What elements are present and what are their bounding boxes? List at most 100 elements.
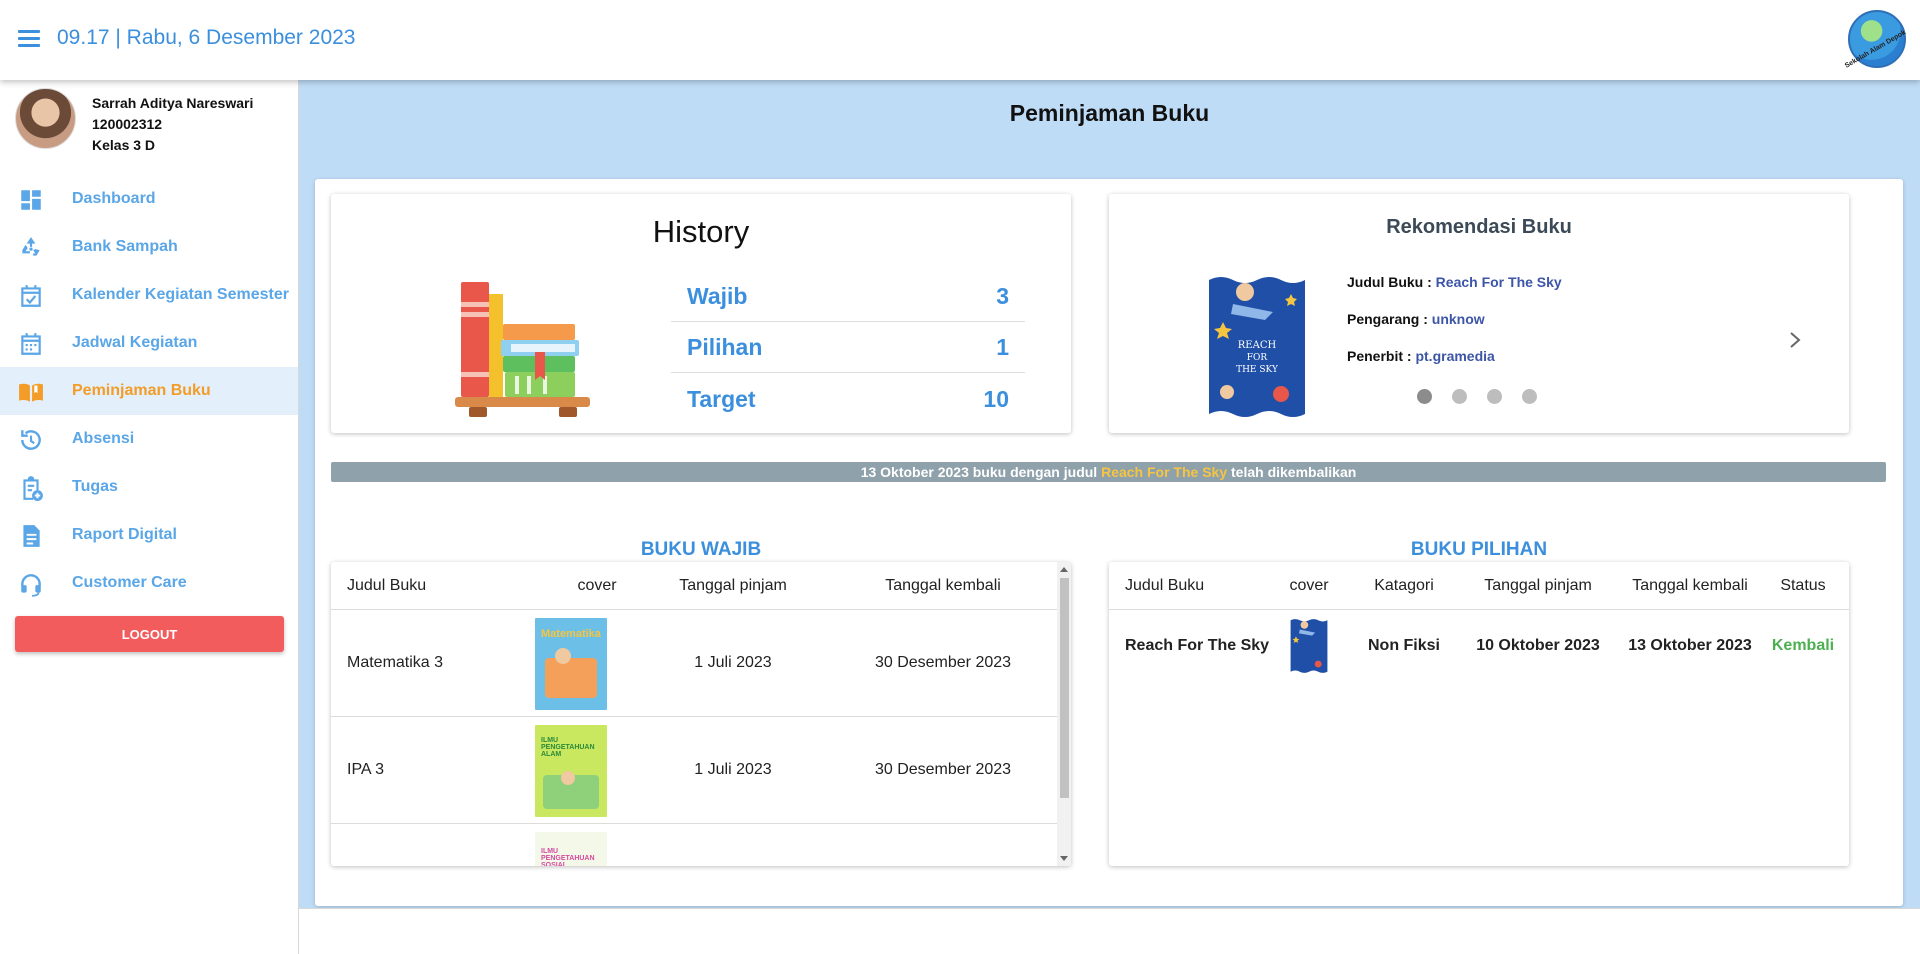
footer-area [299,908,1920,954]
header-katagori: Katagori [1374,577,1434,594]
table-header: Judul Buku cover Tanggal pinjam Tanggal … [331,562,1071,610]
sidebar-item-label: Peminjaman Buku [72,382,211,399]
penerbit-label: Penerbit : [1347,348,1412,364]
cell-tanggal-pinjam: 10 Oktober 2023 [1476,637,1600,654]
sidebar-item-tugas[interactable]: Tugas [0,463,298,511]
rekomendasi-card: Rekomendasi Buku REACH FOR THE SKY Judul… [1109,194,1849,433]
svg-text:FOR: FOR [1247,353,1268,363]
history-row-pilihan: Pilihan 1 [671,323,1025,373]
sidebar: Sarrah Aditya Nareswari 120002312 Kelas … [0,80,299,954]
table-header: Judul Buku cover Katagori Tanggal pinjam… [1109,562,1849,610]
cover-title: Matematika [541,628,601,640]
sidebar-item-bank-sampah[interactable]: Bank Sampah [0,223,298,271]
main-content: Peminjaman Buku History Wajib 3 Pilihan … [299,80,1920,954]
carousel-dot[interactable] [1522,389,1537,404]
avatar [15,88,76,149]
document-icon [23,525,40,547]
bookshelf-icon [455,282,590,417]
top-bar: 09.17 | Rabu, 6 Desember 2023 Sekolah Al… [0,0,1920,80]
user-class: Kelas 3 D [92,137,156,153]
carousel-dot[interactable] [1452,389,1467,404]
buku-wajib-table: Judul Buku cover Tanggal pinjam Tanggal … [331,562,1071,866]
cell-tanggal-kembali: 30 Desember 2023 [874,654,1012,671]
banner-suffix: telah dikembalikan [1227,464,1357,480]
history-label: Target [687,385,756,412]
chevron-right-icon[interactable] [1787,330,1803,350]
sidebar-item-dashboard[interactable]: Dashboard [0,175,298,223]
rekomendasi-pengarang: Pengarang : unknow [1347,311,1485,327]
book-cover-image[interactable] [1289,618,1329,674]
menu-icon[interactable] [18,30,40,48]
book-cover-image[interactable]: REACH FOR THE SKY [1205,274,1309,420]
cell-tanggal-kembali: 30 Desember 2023 [874,761,1012,778]
sidebar-item-peminjaman-buku[interactable]: Peminjaman Buku [0,367,298,415]
header-judul: Judul Buku [1125,577,1205,594]
calendar-icon [21,333,41,355]
judul-value: Reach For The Sky [1435,274,1562,290]
scrollbar-thumb[interactable] [1060,578,1069,798]
status-badge: Kembali [1771,637,1835,654]
svg-text:THE SKY: THE SKY [1236,365,1279,375]
history-card: History Wajib 3 Pilihan 1 Target 10 [331,194,1071,433]
buku-pilihan-title: BUKU PILIHAN [1410,539,1548,560]
table-row[interactable]: IPA 3 ILMU PENGETAHUAN ALAM 1 Juli 2023 … [331,717,1071,824]
cell-judul: Matematika 3 [347,654,444,671]
history-value: 1 [996,334,1009,360]
history-value: 10 [983,385,1009,412]
logout-button[interactable]: LOGOUT [15,616,284,652]
sidebar-item-raport[interactable]: Raport Digital [0,511,298,559]
sidebar-nav: Dashboard Bank Sampah Kalender Kegiatan … [0,175,298,607]
headset-icon [21,574,41,597]
header-tanggal-pinjam: Tanggal pinjam [679,577,787,594]
datetime-display: 09.17 | Rabu, 6 Desember 2023 [57,26,356,49]
page-title: Peminjaman Buku [1009,100,1210,126]
scroll-up-arrow-icon[interactable] [1060,567,1068,572]
carousel-indicators [1417,389,1537,404]
carousel-dot[interactable] [1417,389,1432,404]
history-title: History [652,214,750,249]
book-open-icon [19,383,43,402]
user-profile: Sarrah Aditya Nareswari 120002312 Kelas … [15,88,285,156]
cover-title: ILMU PENGETAHUAN SOSIAL [541,848,595,866]
table-row[interactable]: Matematika 3 Matematika 1 Juli 2023 30 D… [331,610,1071,717]
header-cover: cover [1289,577,1329,594]
table-row[interactable]: Reach For The Sky Non Fiksi 10 Oktober 2… [1109,610,1849,682]
dashboard-icon [21,190,41,210]
svg-text:REACH: REACH [1238,340,1277,351]
rekomendasi-penerbit: Penerbit : pt.gramedia [1347,348,1495,364]
header-tanggal-pinjam: Tanggal pinjam [1484,577,1592,594]
sidebar-item-label: Jadwal Kegiatan [72,334,198,351]
sidebar-item-customer-care[interactable]: Customer Care [0,559,298,607]
sidebar-item-jadwal[interactable]: Jadwal Kegiatan [0,319,298,367]
user-name: Sarrah Aditya Nareswari [92,95,254,111]
book-cover-image[interactable]: ILMU PENGETAHUAN ALAM [535,725,607,817]
judul-label: Judul Buku : [1347,274,1432,290]
cell-judul: Reach For The Sky [1125,637,1270,654]
buku-wajib-title: BUKU WAJIB [640,539,762,560]
history-row-wajib: Wajib 3 [671,272,1025,322]
scroll-down-arrow-icon[interactable] [1060,856,1068,861]
sidebar-item-label: Tugas [72,478,118,495]
content-card: History Wajib 3 Pilihan 1 Target 10 Reko… [315,179,1903,906]
history-clock-icon [21,430,41,450]
notification-banner: 13 Oktober 2023 buku dengan judul Reach … [331,462,1886,482]
pengarang-value: unknow [1431,311,1485,327]
table-scrollbar[interactable] [1057,562,1071,866]
history-row-target: Target 10 [671,374,1025,424]
banner-highlight: Reach For The Sky [1101,464,1228,480]
penerbit-value: pt.gramedia [1415,348,1495,364]
sidebar-item-kalender[interactable]: Kalender Kegiatan Semester [0,271,298,319]
rekomendasi-title: Rekomendasi Buku [1386,216,1572,238]
rekomendasi-judul: Judul Buku : Reach For The Sky [1347,274,1562,290]
book-cover-image[interactable]: Matematika [535,618,607,710]
table-row[interactable]: ILMU PENGETAHUAN SOSIAL [331,824,1071,866]
history-label: Wajib [687,283,748,309]
sidebar-item-label: Raport Digital [72,526,177,543]
clipboard-add-icon [23,476,43,501]
book-cover-image[interactable]: ILMU PENGETAHUAN SOSIAL [535,832,607,866]
carousel-dot[interactable] [1487,389,1502,404]
cell-tanggal-pinjam: 1 Juli 2023 [694,654,772,671]
calendar-check-icon [21,285,41,307]
cell-judul: IPA 3 [347,761,385,778]
sidebar-item-absensi[interactable]: Absensi [0,415,298,463]
